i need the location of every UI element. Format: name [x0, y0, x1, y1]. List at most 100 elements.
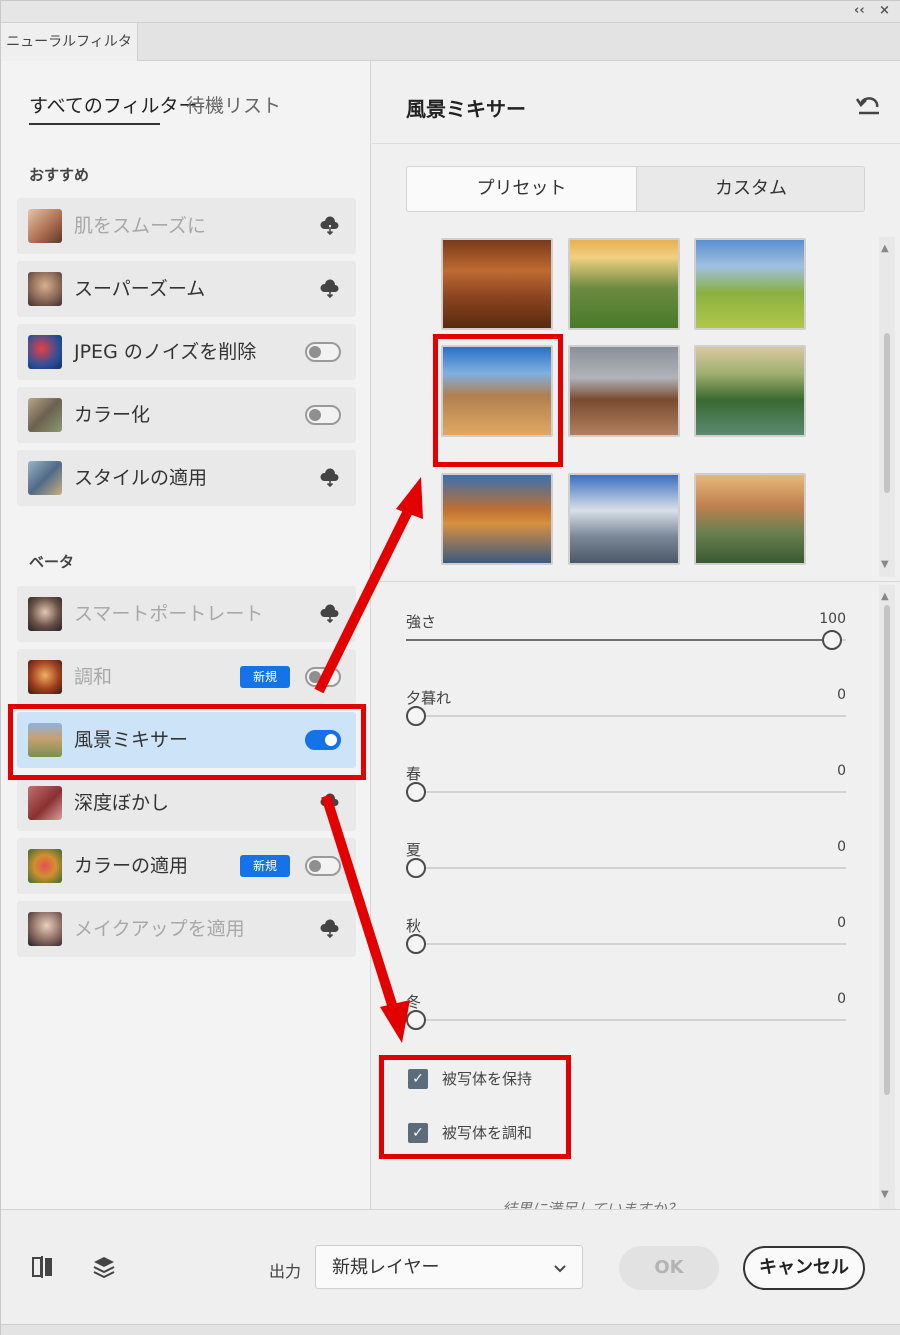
filter-item-depth-blur[interactable]: 深度ぼかし — [17, 775, 356, 831]
panel-tab-neural-filters[interactable]: ニューラルフィルター — [1, 23, 138, 88]
scroll-up-icon[interactable]: ▲ — [881, 591, 889, 602]
scroll-down-icon[interactable]: ▼ — [881, 1189, 889, 1200]
scroll-down-icon[interactable]: ▼ — [881, 559, 889, 570]
cloud-download-icon[interactable] — [319, 216, 341, 236]
close-panel-button[interactable]: × — [879, 3, 890, 18]
filter-item-label: 肌をスムーズに — [74, 215, 207, 237]
cloud-download-icon[interactable] — [319, 604, 341, 624]
preset-river-valley[interactable] — [694, 345, 806, 437]
slider-handle[interactable] — [406, 934, 426, 954]
slider-label: 強さ — [406, 613, 437, 631]
preset-yosemite[interactable] — [694, 473, 806, 565]
slider-track[interactable] — [406, 715, 846, 717]
cloud-download-icon[interactable] — [319, 279, 341, 299]
scrollbar-thumb[interactable] — [884, 333, 890, 493]
smart-portrait-thumbnail — [28, 597, 62, 631]
preset-sunrise-meadow[interactable] — [568, 238, 680, 330]
chevron-down-icon — [554, 1265, 566, 1273]
style-transfer-thumbnail — [28, 461, 62, 495]
tab-all-filters[interactable]: すべてのフィルター — [29, 91, 198, 118]
new-badge: 新規 — [240, 666, 290, 688]
collapse-panel-button[interactable]: ‹‹ — [854, 3, 865, 18]
color-transfer-thumbnail — [28, 849, 62, 883]
filter-item-super-zoom[interactable]: スーパーズーム — [17, 261, 356, 317]
toggle-knob — [309, 671, 321, 683]
filter-toggle[interactable] — [305, 667, 341, 687]
slider-track[interactable] — [406, 791, 846, 793]
filter-toggle[interactable] — [305, 856, 341, 876]
slider-row: 強さ 100 — [406, 611, 846, 671]
layers-icon[interactable] — [91, 1254, 117, 1280]
slider-label: 秋 — [406, 917, 422, 935]
cloud-download-icon[interactable] — [319, 919, 341, 939]
slider-track[interactable] — [406, 943, 846, 945]
cloud-download-icon[interactable] — [319, 468, 341, 488]
filter-item-label: スタイルの適用 — [74, 467, 208, 489]
slider-row: 秋0 — [406, 915, 846, 975]
preset-autumn-lake[interactable] — [441, 473, 553, 565]
reset-icon[interactable] — [855, 93, 883, 117]
cancel-button[interactable]: キャンセル — [743, 1246, 865, 1290]
preset-scrollbar[interactable]: ▲ ▼ — [879, 237, 895, 577]
filter-item-label: スーパーズーム — [74, 278, 206, 300]
filter-item-makeup-transfer[interactable]: メイクアップを適用 — [17, 901, 356, 957]
slider-track[interactable] — [406, 867, 846, 869]
filter-item-harmonization[interactable]: 調和 新規 — [17, 649, 356, 705]
filter-item-label: 調和 — [74, 666, 113, 688]
filter-item-label: 深度ぼかし — [74, 792, 170, 814]
slider-handle[interactable] — [406, 706, 426, 726]
slider-row: 夏0 — [406, 839, 846, 899]
preset-alpine-field[interactable] — [694, 238, 806, 330]
feedback-prompt: 結果に満足していますか？ — [502, 1200, 682, 1209]
slider-value: 0 — [837, 915, 846, 931]
output-select[interactable]: 新規レイヤー — [315, 1245, 583, 1289]
filter-item-jpeg-artifact-removal[interactable]: JPEG のノイズを削除 — [17, 324, 356, 380]
slider-handle[interactable] — [406, 858, 426, 878]
slider-value: 0 — [837, 991, 846, 1007]
filter-toggle[interactable] — [305, 405, 341, 425]
tab-wait-list[interactable]: 待機リスト — [186, 91, 281, 118]
cloud-download-icon[interactable] — [319, 793, 341, 813]
panel-tab-strip: ニューラルフィルター — [1, 23, 900, 88]
toggle-knob — [309, 346, 321, 358]
annotation-box-landscape-mixer — [8, 704, 366, 780]
slider-handle[interactable] — [406, 1010, 426, 1030]
slider-handle[interactable] — [406, 782, 426, 802]
filter-item-color-transfer[interactable]: カラーの適用 新規 — [17, 838, 356, 894]
slider-handle[interactable] — [822, 630, 842, 650]
preset-monument-valley[interactable] — [568, 345, 680, 437]
filter-item-style-transfer[interactable]: スタイルの適用 — [17, 450, 356, 506]
segment-presets[interactable]: プリセット — [407, 167, 636, 211]
neural-filters-panel: ‹‹ × ニューラルフィルター すべてのフィルター 待機リスト おすすめ 肌をス… — [0, 0, 900, 1335]
new-badge: 新規 — [240, 855, 290, 877]
scrollbar-thumb[interactable] — [884, 605, 890, 1095]
output-select-value: 新規レイヤー — [332, 1257, 440, 1278]
filter-item-label: JPEG のノイズを削除 — [74, 341, 257, 363]
slider-row: 春0 — [406, 763, 846, 823]
colorize-thumbnail — [28, 398, 62, 432]
segment-custom[interactable]: カスタム — [636, 167, 864, 211]
filter-item-label: カラーの適用 — [74, 855, 189, 877]
toggle-knob — [309, 860, 321, 872]
preset-canyon[interactable] — [441, 238, 553, 330]
annotation-box-checkboxes — [379, 1055, 571, 1159]
slider-label: 冬 — [406, 993, 422, 1011]
filter-item-skin-smoothing[interactable]: 肌をスムーズに — [17, 198, 356, 254]
filter-item-smart-portrait[interactable]: スマートポートレート — [17, 586, 356, 642]
slider-value: 0 — [837, 763, 846, 779]
slider-value: 0 — [837, 687, 846, 703]
filter-toggle[interactable] — [305, 342, 341, 362]
annotation-box-preset — [433, 334, 563, 467]
slider-fill — [406, 639, 822, 641]
scroll-up-icon[interactable]: ▲ — [881, 243, 889, 254]
slider-value: 100 — [819, 611, 846, 627]
resize-grip[interactable] — [1, 1324, 900, 1335]
skin-smoothing-thumbnail — [28, 209, 62, 243]
slider-row: 冬0 — [406, 991, 846, 1051]
preset-snow-peak[interactable] — [568, 473, 680, 565]
ok-button[interactable]: OK — [619, 1246, 719, 1290]
filter-item-colorize[interactable]: カラー化 — [17, 387, 356, 443]
settings-scrollbar[interactable]: ▲ ▼ — [879, 585, 895, 1209]
slider-track[interactable] — [406, 1019, 846, 1021]
before-after-compare-icon[interactable] — [29, 1254, 55, 1280]
